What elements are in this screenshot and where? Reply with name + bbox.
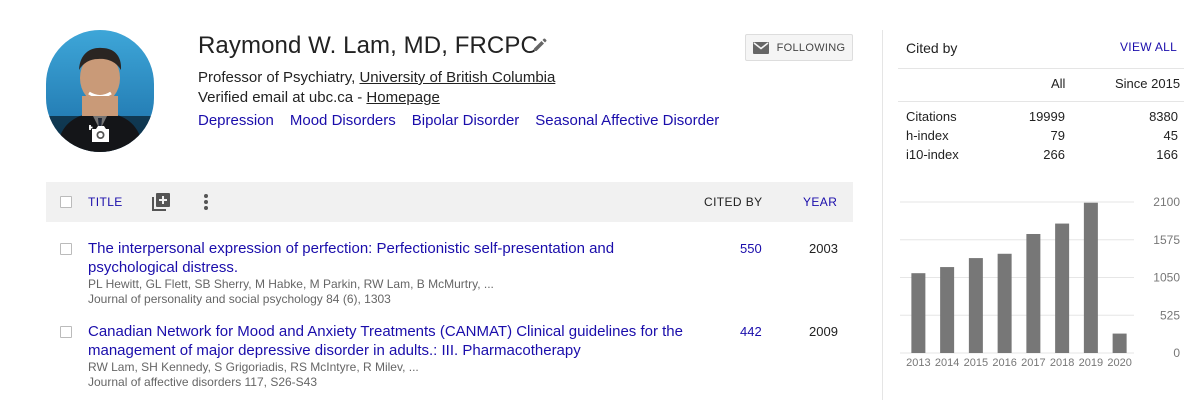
cited-by-count-link[interactable]: 442: [740, 324, 762, 339]
cited-by-column-header: CITED BY: [704, 195, 763, 209]
chart-x-tick-label: 2015: [964, 357, 988, 369]
stat-label: Citations: [906, 109, 957, 124]
affiliation-prefix: Professor of Psychiatry,: [198, 69, 360, 86]
profile-photo[interactable]: [46, 30, 154, 152]
edit-pencil-icon[interactable]: [532, 37, 548, 53]
sidebar-divider: [882, 30, 883, 400]
chart-bar-2018[interactable]: [1055, 223, 1070, 353]
mail-icon: [752, 41, 769, 54]
stat-label: h-index: [906, 128, 949, 143]
stats-col-all: All: [1051, 76, 1066, 91]
following-label: FOLLOWING: [776, 41, 846, 54]
chart-y-tick-label: 1050: [1153, 271, 1180, 285]
chart-bar-2013[interactable]: [911, 273, 926, 353]
interest-link[interactable]: Bipolar Disorder: [412, 112, 520, 129]
change-photo-strip[interactable]: [46, 116, 154, 152]
sidebar-divider-line: [898, 101, 1184, 102]
add-to-list-icon[interactable]: [152, 193, 170, 211]
article-authors: RW Lam, SH Kennedy, S Grigoriadis, RS Mc…: [88, 360, 419, 374]
stat-since: 166: [1156, 147, 1178, 162]
article-authors: PL Hewitt, GL Flett, SB Sherry, M Habke,…: [88, 277, 494, 291]
chart-y-tick-label: 525: [1160, 308, 1180, 322]
sort-by-year[interactable]: YEAR: [803, 195, 837, 209]
interest-link[interactable]: Seasonal Affective Disorder: [535, 112, 719, 129]
chart-x-tick-label: 2017: [1021, 357, 1045, 369]
chart-y-tick-label: 2100: [1153, 195, 1180, 209]
chart-bar-2014[interactable]: [940, 267, 955, 353]
chart-x-tick-label: 2014: [935, 357, 959, 369]
article-journal: Journal of personality and social psycho…: [88, 292, 391, 306]
cited-by-count-link[interactable]: 550: [740, 241, 762, 256]
cited-by-heading: Cited by: [906, 40, 958, 56]
verified-email: Verified email at ubc.ca - Homepage: [198, 89, 440, 106]
stat-since: 45: [1163, 128, 1178, 143]
chart-x-tick-label: 2013: [906, 357, 930, 369]
stats-row: h-index 79 45: [906, 128, 1178, 147]
chart-bar-2016[interactable]: [997, 253, 1012, 353]
profile-name: Raymond W. Lam, MD, FRCPC: [198, 32, 538, 59]
select-all-checkbox[interactable]: [60, 196, 72, 208]
following-button[interactable]: FOLLOWING: [745, 34, 853, 61]
article-journal: Journal of affective disorders 117, S26-…: [88, 375, 318, 389]
sidebar-divider-line: [898, 68, 1184, 69]
stat-all: 79: [1050, 128, 1065, 143]
stats-row: i10-index 266 166: [906, 147, 1178, 166]
sort-by-title[interactable]: TITLE: [88, 195, 123, 209]
chart-bar-2015[interactable]: [968, 258, 983, 353]
stats-row: Citations 19999 8380: [906, 109, 1178, 128]
camera-icon: [89, 125, 109, 142]
email-text: Verified email at ubc.ca -: [198, 89, 367, 106]
citations-bar-chart: 2100 1575 1050 525 0 2013 2014 2015 2016 2017 2018…: [900, 195, 1180, 369]
stat-all: 19999: [1028, 109, 1065, 124]
stat-since: 8380: [1149, 109, 1178, 124]
homepage-link[interactable]: Homepage: [366, 89, 439, 106]
interest-link[interactable]: Depression: [198, 112, 274, 129]
affiliation: Professor of Psychiatry, University of B…: [198, 69, 555, 86]
article-year: 2003: [809, 241, 838, 256]
article-title-link[interactable]: The interpersonal expression of perfecti…: [88, 239, 708, 277]
more-vert-icon[interactable]: [200, 193, 212, 211]
chart-x-tick-label: 2016: [992, 357, 1016, 369]
research-interests: Depression Mood Disorders Bipolar Disord…: [198, 112, 719, 129]
chart-y-tick-label: 0: [1173, 346, 1180, 360]
article-year: 2009: [809, 324, 838, 339]
chart-bar-2020[interactable]: [1112, 333, 1127, 353]
chart-bar-2019[interactable]: [1083, 202, 1098, 353]
view-all-link[interactable]: VIEW ALL: [1120, 40, 1177, 54]
chart-x-tick-label: 2018: [1050, 357, 1074, 369]
article-title-link[interactable]: Canadian Network for Mood and Anxiety Tr…: [88, 322, 708, 360]
chart-x-tick-label: 2020: [1107, 357, 1131, 369]
affiliation-link[interactable]: University of British Columbia: [359, 69, 555, 86]
stat-all: 266: [1043, 147, 1065, 162]
chart-bar-2017[interactable]: [1026, 233, 1041, 353]
interest-link[interactable]: Mood Disorders: [290, 112, 396, 129]
row-checkbox[interactable]: [60, 326, 72, 338]
stats-col-since: Since 2015: [1115, 76, 1181, 91]
row-checkbox[interactable]: [60, 243, 72, 255]
stat-label: i10-index: [906, 147, 959, 162]
chart-y-tick-label: 1575: [1153, 233, 1180, 247]
articles-table-header: TITLE CITED BY YEAR: [46, 182, 853, 222]
chart-x-tick-label: 2019: [1079, 357, 1103, 369]
